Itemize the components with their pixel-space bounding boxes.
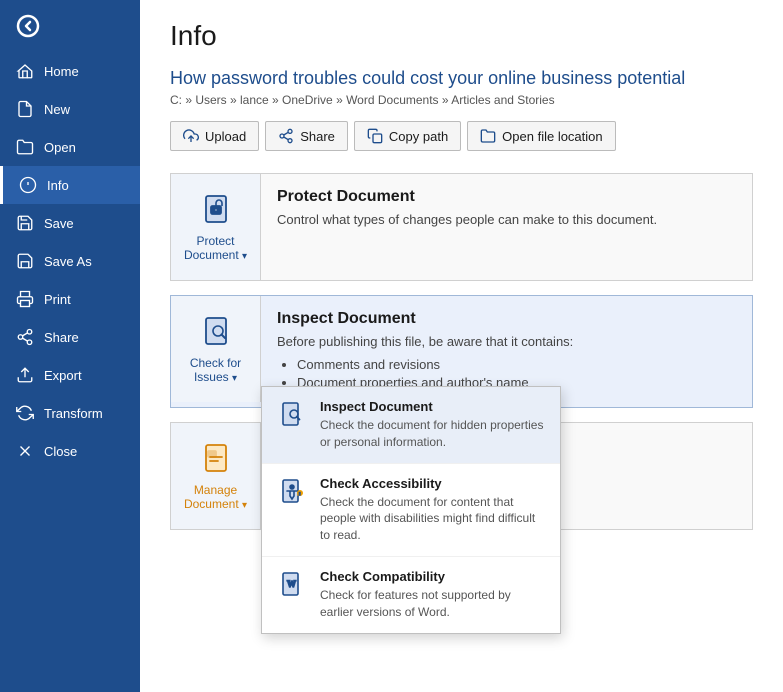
copy-path-button[interactable]: Copy path (354, 121, 461, 151)
sidebar-item-home-label: Home (44, 64, 79, 79)
inspect-document-card: Check forIssues ▾ Inspect Document Befor… (170, 295, 753, 408)
inspect-document-label: Check forIssues ▾ (190, 356, 241, 384)
open-file-location-icon (480, 128, 496, 144)
sidebar-item-share-label: Share (44, 330, 79, 345)
sidebar-item-print-label: Print (44, 292, 71, 307)
sidebar-item-home[interactable]: Home (0, 52, 140, 90)
share-button[interactable]: Share (265, 121, 348, 151)
document-title: How password troubles could cost your on… (170, 68, 753, 89)
svg-text:W: W (287, 579, 296, 589)
sidebar-item-transform-label: Transform (44, 406, 103, 421)
protect-document-icon-area[interactable]: ProtectDocument ▾ (171, 174, 261, 280)
inspect-dropdown-menu: Inspect Document Check the document for … (261, 386, 561, 634)
sidebar-item-info-label: Info (47, 178, 69, 193)
manage-document-icon (198, 441, 234, 477)
open-file-location-button[interactable]: Open file location (467, 121, 615, 151)
protect-document-icon (198, 192, 234, 228)
back-button[interactable] (0, 0, 140, 52)
sidebar-item-transform[interactable]: Transform (0, 394, 140, 432)
dropdown-compatibility-icon: W (276, 569, 308, 601)
dropdown-accessibility-desc: Check the document for content that peop… (320, 494, 546, 544)
inspect-document-icon-area[interactable]: Check forIssues ▾ (171, 296, 261, 402)
sidebar: Home New Open Info Save (0, 0, 140, 692)
inspect-document-desc: Before publishing this file, be aware th… (277, 334, 736, 349)
dropdown-compatibility-title: Check Compatibility (320, 569, 546, 584)
dropdown-compatibility-desc: Check for features not supported by earl… (320, 587, 546, 621)
protect-document-card: ProtectDocument ▾ Protect Document Contr… (170, 173, 753, 281)
sidebar-item-save-as[interactable]: Save As (0, 242, 140, 280)
dropdown-accessibility-title: Check Accessibility (320, 476, 546, 491)
inspect-document-icon (198, 314, 234, 350)
sidebar-item-export-label: Export (44, 368, 82, 383)
sidebar-item-open-label: Open (44, 140, 76, 155)
protect-document-title: Protect Document (277, 188, 736, 206)
inspect-list-item-1: Comments and revisions (297, 357, 736, 372)
dropdown-inspect-desc: Check the document for hidden properties… (320, 417, 546, 451)
sidebar-item-export[interactable]: Export (0, 356, 140, 394)
page-title: Info (170, 20, 753, 52)
sidebar-item-close-label: Close (44, 444, 77, 459)
protect-document-content: Protect Document Control what types of c… (261, 174, 752, 241)
dropdown-accessibility-icon: ! (276, 476, 308, 508)
svg-text:!: ! (299, 491, 300, 496)
dropdown-inspect-icon (276, 399, 308, 431)
sidebar-item-close[interactable]: Close (0, 432, 140, 470)
upload-icon (183, 128, 199, 144)
dropdown-item-check-accessibility[interactable]: ! Check Accessibility Check the document… (262, 464, 560, 557)
toolbar: Upload Share Copy path Open file locatio… (170, 121, 753, 151)
sidebar-item-save-label: Save (44, 216, 74, 231)
manage-document-icon-area[interactable]: ManageDocument ▾ (171, 423, 261, 529)
sidebar-item-share[interactable]: Share (0, 318, 140, 356)
copy-path-icon (367, 128, 383, 144)
sidebar-item-new-label: New (44, 102, 70, 117)
sidebar-item-save[interactable]: Save (0, 204, 140, 242)
dropdown-item-inspect-document[interactable]: Inspect Document Check the document for … (262, 387, 560, 464)
sidebar-item-print[interactable]: Print (0, 280, 140, 318)
share-icon (278, 128, 294, 144)
manage-document-label: ManageDocument ▾ (184, 483, 247, 511)
breadcrumb: C: » Users » lance » OneDrive » Word Doc… (170, 93, 753, 107)
sidebar-item-new[interactable]: New (0, 90, 140, 128)
protect-document-desc: Control what types of changes people can… (277, 212, 736, 227)
dropdown-inspect-title: Inspect Document (320, 399, 546, 414)
main-content: Info How password troubles could cost yo… (140, 0, 783, 692)
sidebar-item-info[interactable]: Info (0, 166, 140, 204)
upload-button[interactable]: Upload (170, 121, 259, 151)
sidebar-item-open[interactable]: Open (0, 128, 140, 166)
inspect-document-title: Inspect Document (277, 310, 736, 328)
dropdown-item-check-compatibility[interactable]: W Check Compatibility Check for features… (262, 557, 560, 633)
protect-document-label: ProtectDocument ▾ (184, 234, 247, 262)
sidebar-item-save-as-label: Save As (44, 254, 92, 269)
